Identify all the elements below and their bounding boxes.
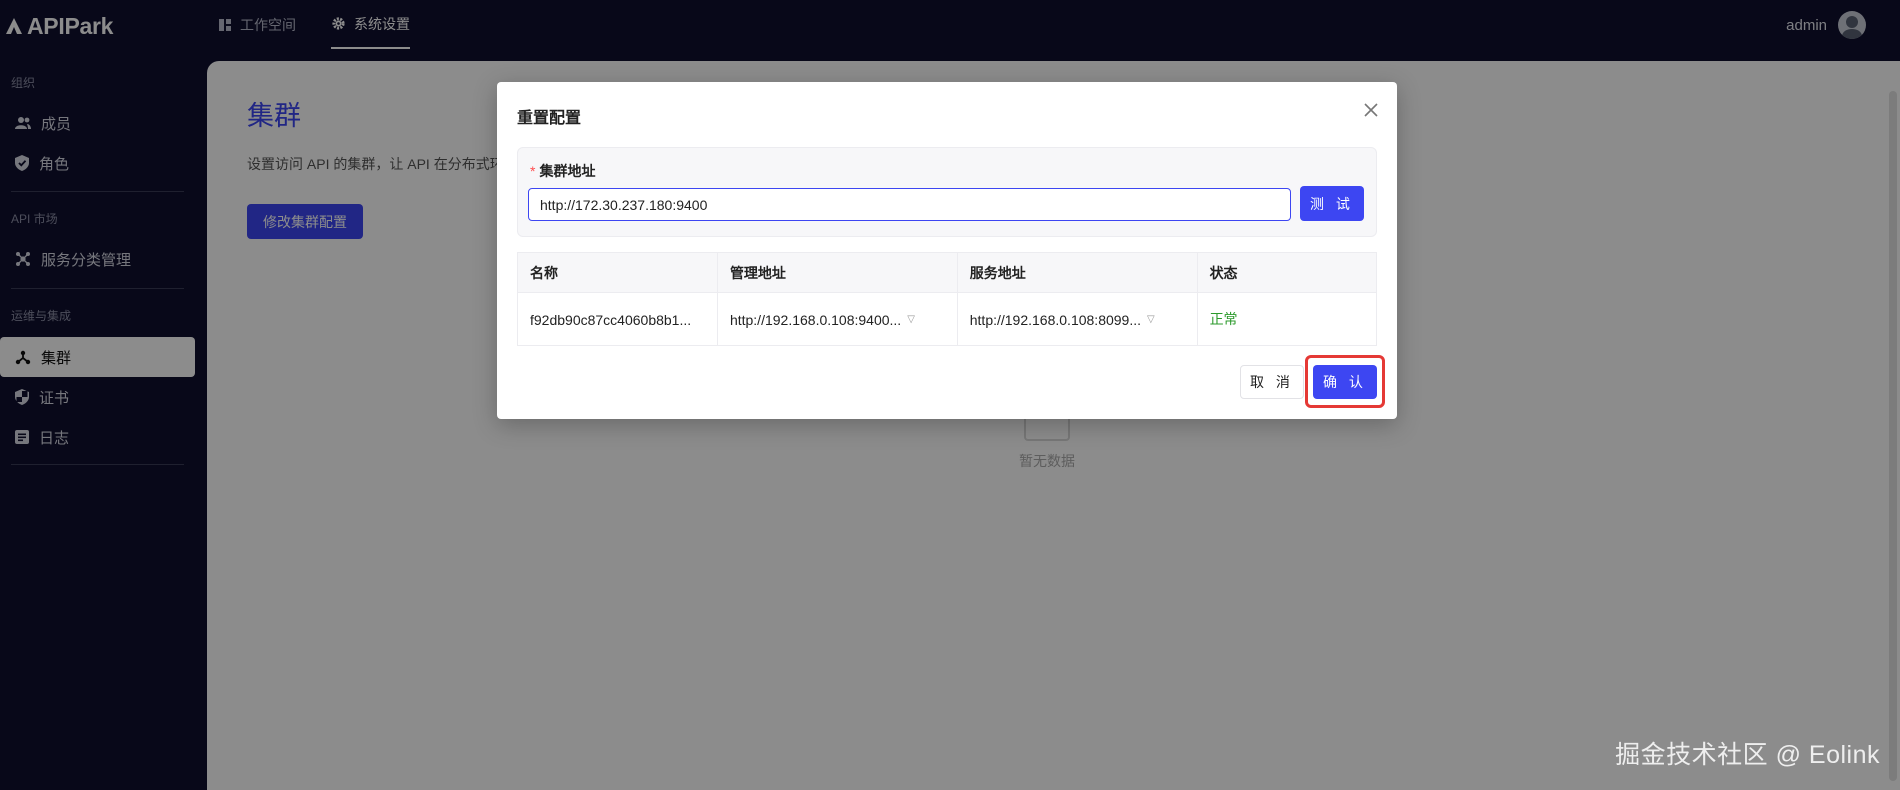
cell-admin-address[interactable]: http://192.168.0.108:9400... ▽ xyxy=(716,292,958,346)
service-address-text: http://192.168.0.108:8099... xyxy=(969,311,1142,328)
node-name: f92db90c87cc4060b8b1... xyxy=(530,311,692,328)
cluster-nodes-table: 名称 管理地址 服务地址 状态 f92db90c87cc4060b8b1... … xyxy=(517,252,1378,346)
reset-config-modal: 重置配置 *集群地址 测 试 名称 管理地址 服务地址 状态 f92db90c8… xyxy=(497,82,1397,419)
required-mark: * xyxy=(530,163,536,179)
chevron-down-icon[interactable]: ▽ xyxy=(1147,314,1155,325)
chevron-down-icon[interactable]: ▽ xyxy=(907,314,915,325)
table-header-row: 名称 管理地址 服务地址 状态 xyxy=(517,252,1378,293)
cluster-address-input[interactable] xyxy=(528,188,1291,221)
watermark: 掘金技术社区 @ Eolink xyxy=(1615,741,1880,769)
column-header-admin-address: 管理地址 xyxy=(716,252,958,293)
status-badge: 正常 xyxy=(1209,311,1238,327)
column-header-service-address: 服务地址 xyxy=(956,252,1198,293)
cancel-button[interactable]: 取 消 xyxy=(1240,365,1304,399)
table-row: f92db90c87cc4060b8b1... http://192.168.0… xyxy=(517,292,1378,346)
cell-name: f92db90c87cc4060b8b1... xyxy=(517,292,718,346)
admin-address-text: http://192.168.0.108:9400... xyxy=(729,311,902,328)
cell-service-address[interactable]: http://192.168.0.108:8099... ▽ xyxy=(956,292,1198,346)
column-header-status: 状态 xyxy=(1196,252,1378,293)
close-icon[interactable] xyxy=(1361,100,1381,120)
cluster-address-panel: *集群地址 测 试 xyxy=(517,147,1377,237)
modal-title: 重置配置 xyxy=(517,110,582,127)
cluster-address-label-text: 集群地址 xyxy=(539,163,596,179)
test-button[interactable]: 测 试 xyxy=(1300,186,1364,221)
cell-status: 正常 xyxy=(1196,292,1378,346)
confirm-highlight-box xyxy=(1305,355,1385,408)
column-header-name: 名称 xyxy=(517,252,718,293)
cluster-address-label: * 集群地址 xyxy=(530,161,595,181)
